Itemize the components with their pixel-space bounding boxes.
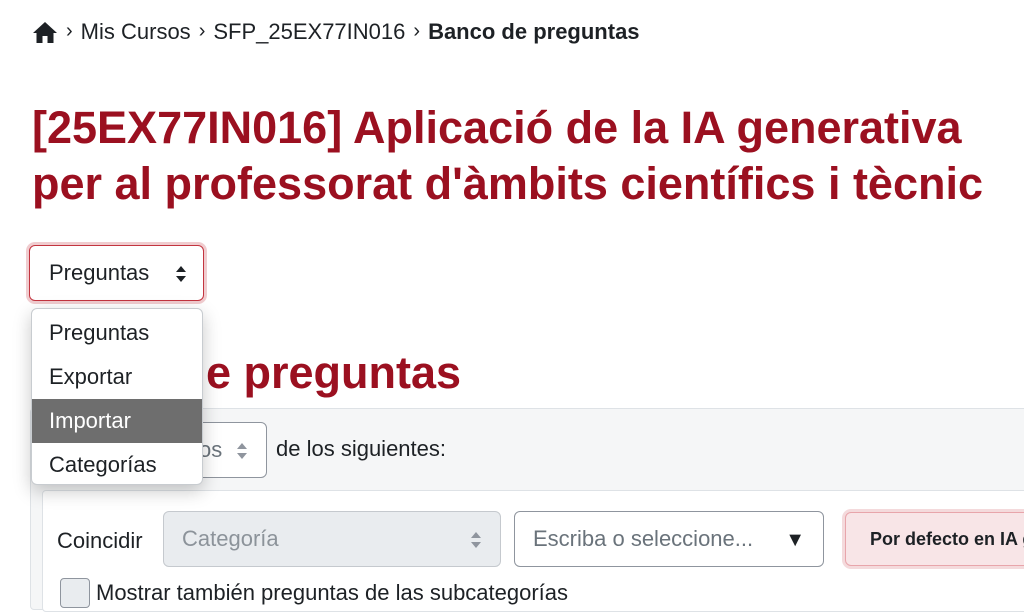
nav-select-dropdown: Preguntas Exportar Importar Categorías	[31, 308, 203, 485]
sort-arrows-icon	[471, 532, 481, 548]
breadcrumb: › Mis Cursos › SFP_25EX77IN016 › Banco d…	[32, 16, 640, 48]
breadcrumb-course[interactable]: SFP_25EX77IN016	[213, 19, 405, 45]
chevron-right-icon: ›	[198, 19, 206, 42]
chevron-right-icon: ›	[413, 19, 421, 42]
default-category-badge[interactable]: Por defecto en IA g	[845, 512, 1024, 566]
nav-select-value: Preguntas	[49, 260, 150, 285]
category-placeholder: Categoría	[182, 526, 279, 551]
sort-arrows-icon	[237, 443, 247, 459]
option-categorias[interactable]: Categorías	[32, 443, 202, 484]
home-icon[interactable]	[32, 19, 58, 45]
question-bank-nav-select[interactable]: Preguntas	[29, 245, 204, 301]
match-mode-suffix: de los siguientes:	[276, 436, 446, 461]
section-heading: e preguntas	[206, 347, 462, 398]
course-title-line-1: [25EX77IN016] Aplicació de la IA generat…	[32, 102, 962, 153]
course-title: [25EX77IN016] Aplicació de la IA generat…	[32, 100, 983, 212]
course-title-line-2: per al professorat d'àmbits científics i…	[32, 158, 983, 209]
chevron-right-icon: ›	[66, 19, 73, 42]
breadcrumb-current: Banco de preguntas	[428, 19, 640, 44]
breadcrumb-my-courses[interactable]: Mis Cursos	[81, 19, 191, 45]
search-placeholder: Escriba o seleccione...	[533, 526, 754, 551]
subcategories-label: Mostrar también preguntas de las subcate…	[96, 580, 569, 605]
option-importar[interactable]: Importar	[32, 399, 202, 443]
category-condition-select: Categoría	[163, 511, 501, 567]
triangle-down-icon[interactable]: ▼	[785, 530, 805, 550]
sort-arrows-icon	[176, 266, 186, 282]
option-preguntas[interactable]: Preguntas	[32, 311, 202, 355]
category-search-input[interactable]: Escriba o seleccione... ▼	[514, 511, 824, 567]
option-exportar[interactable]: Exportar	[32, 355, 202, 399]
subcategories-checkbox[interactable]	[60, 578, 90, 608]
coincidir-label: Coincidir	[57, 528, 143, 553]
